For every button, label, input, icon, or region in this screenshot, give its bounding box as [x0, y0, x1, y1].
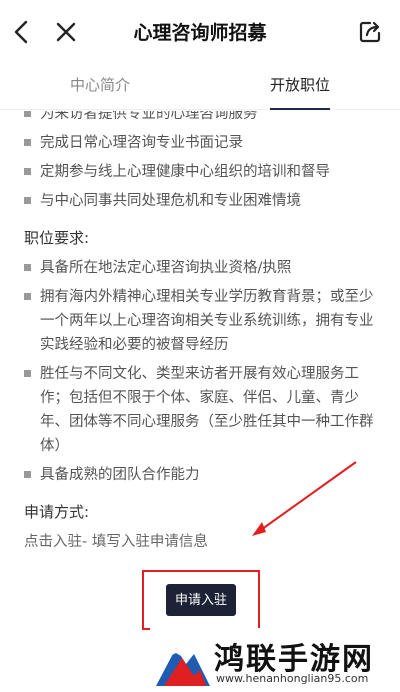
list-item: 胜任与不同文化、类型来访者开展有效心理服务工作；包括但不限于个体、家庭、伴侣、儿… [24, 362, 382, 458]
job-content[interactable]: 为来访者提供专业的心理咨询服务 完成日常心理咨询专业书面记录 定期参与线上心理健… [0, 111, 400, 631]
watermark: 鸿联手游网 www.henanhonglian95.com [150, 628, 400, 692]
list-item: 具备成熟的团队合作能力 [24, 463, 382, 487]
tab-bar: 中心简介 开放职位 [0, 64, 400, 110]
share-icon[interactable] [356, 18, 384, 46]
top-bar: 心理咨询师招募 [0, 0, 400, 64]
tab-center-intro[interactable]: 中心简介 [0, 74, 200, 95]
list-item: 完成日常心理咨询专业书面记录 [24, 131, 382, 155]
page-title: 心理咨询师招募 [133, 22, 267, 44]
mountain-logo-icon [156, 648, 210, 686]
apply-button-highlight: 申请入驻 [142, 570, 260, 630]
list-item: 与中心同事共同处理危机和专业困难情境 [24, 189, 382, 213]
list-item: 拥有海内外精神心理相关专业学历教育背景；或至少一个两年以上心理咨询相关专业系统训… [24, 285, 382, 357]
apply-title: 申请方式: [24, 503, 90, 521]
list-item: 具备所在地法定心理咨询执业资格/执照 [24, 256, 382, 280]
list-item: 定期参与线上心理健康中心组织的培训和督导 [24, 160, 382, 184]
watermark-url: www.henanhonglian95.com [216, 672, 369, 685]
requirements-list: 具备所在地法定心理咨询执业资格/执照 拥有海内外精神心理相关专业学历教育背景；或… [0, 256, 400, 487]
requirements-title: 职位要求: [24, 229, 90, 247]
duty-list: 为来访者提供专业的心理咨询服务 完成日常心理咨询专业书面记录 定期参与线上心理健… [0, 111, 400, 213]
active-tab-indicator [270, 108, 330, 110]
list-item: 为来访者提供专业的心理咨询服务 [24, 111, 382, 126]
tab-open-positions[interactable]: 开放职位 [200, 74, 400, 95]
apply-button[interactable]: 申请入驻 [166, 584, 236, 616]
apply-method-text: 点击入驻- 填写入驻申请信息 [24, 534, 208, 550]
